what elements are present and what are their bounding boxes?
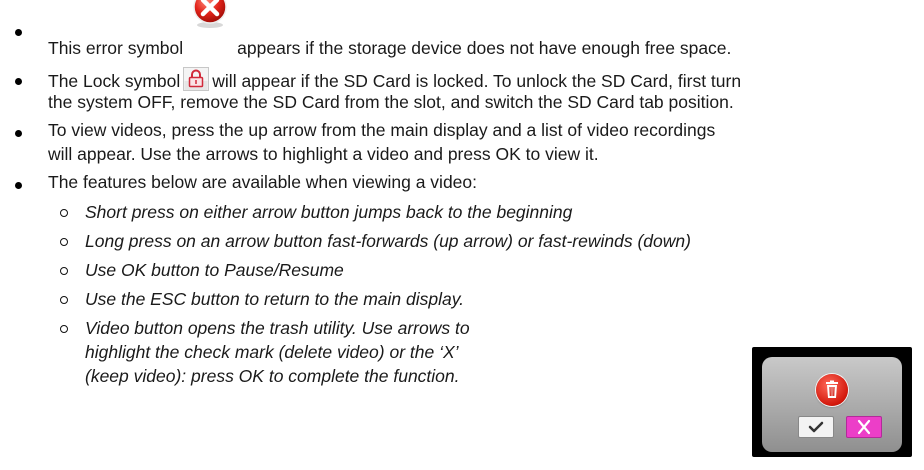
- bullet-text: The features below are available when vi…: [48, 172, 478, 192]
- sub-bullet-dot: [60, 296, 68, 304]
- x-button: [846, 416, 882, 438]
- check-button: [798, 416, 834, 438]
- bullet-text: To view videos, press the up arrow from …: [48, 120, 716, 140]
- close-x-icon: [857, 419, 871, 435]
- sub-bullet-dot: [60, 209, 68, 217]
- bullet-text: will appear. Use the arrows to highlight…: [48, 144, 599, 164]
- feature-item-continued: (keep video): press OK to complete the f…: [85, 366, 460, 386]
- bullet-text: the system OFF, remove the SD Card from …: [48, 92, 734, 112]
- sub-bullet-dot: [60, 238, 68, 246]
- manual-page: This error symbol appears if the storage…: [0, 0, 924, 470]
- sub-bullet-dot: [60, 325, 68, 333]
- feature-item: Use the ESC button to return to the main…: [85, 289, 465, 309]
- sub-bullet-dot: [60, 267, 68, 275]
- feature-item: Use OK button to Pause/Resume: [85, 260, 344, 280]
- feature-item: Video button opens the trash utility. Us…: [85, 318, 470, 338]
- bullet-dot: [15, 78, 22, 85]
- bullet-text: will appear if the SD Card is locked. To…: [212, 71, 742, 91]
- feature-item: Long press on an arrow button fast-forwa…: [85, 231, 691, 251]
- bullet-text: This error symbol: [48, 38, 184, 58]
- error-x-icon: [189, 0, 231, 60]
- trash-utility-dialog: [762, 357, 902, 452]
- check-icon: [808, 421, 824, 433]
- lock-icon: [183, 67, 210, 91]
- trash-icon: [816, 374, 848, 406]
- bullet-dot: [15, 130, 22, 137]
- feature-item-continued: highlight the check mark (delete video) …: [85, 342, 459, 362]
- bullet-text: appears if the storage device does not h…: [237, 38, 732, 58]
- feature-item: Short press on either arrow button jumps…: [85, 202, 573, 222]
- bullet-text: The Lock symbol: [48, 71, 181, 91]
- bullet-dot: [15, 182, 22, 189]
- trash-utility-screen: [752, 347, 912, 457]
- bullet-dot: [15, 29, 22, 36]
